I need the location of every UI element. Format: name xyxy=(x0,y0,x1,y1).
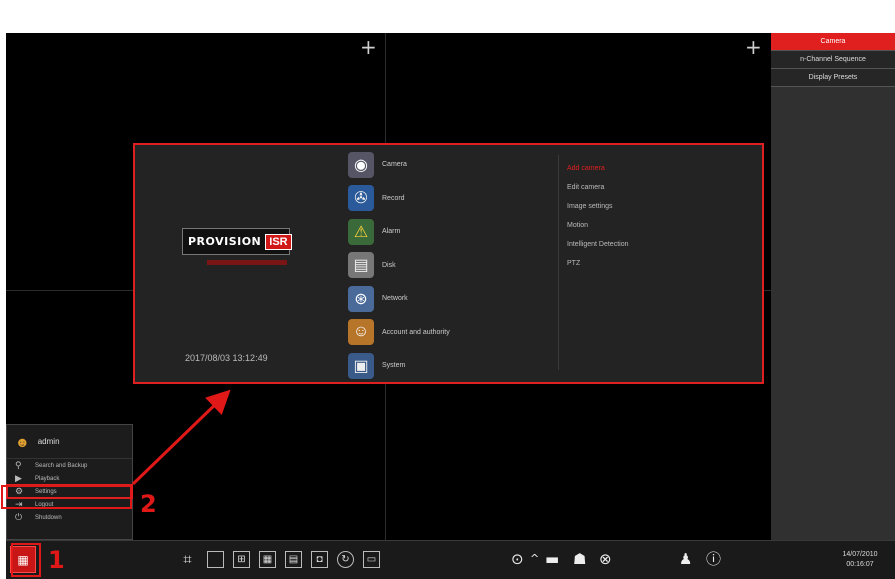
system-datetime: 2017/08/03 13:12:49 xyxy=(185,353,268,363)
camera-icon: ◉ xyxy=(348,151,374,178)
submenu-image-settings[interactable]: Image settings xyxy=(567,197,628,216)
sequence-icon[interactable]: ↻ xyxy=(337,551,354,568)
taskbar-clock: 14/07/2010 00:16:07 xyxy=(830,550,890,570)
clock-date: 14/07/2010 xyxy=(842,551,878,558)
step-2-label: 2 xyxy=(140,490,157,518)
menu-item-playback[interactable]: ▶ Playback xyxy=(7,472,132,485)
logout-icon: ⇥ xyxy=(15,499,23,509)
taskbar: ▦ ⌗ ⊞ ▦ ▤ ◘ ↻ ▭ ⊙ ^ ▬ ☗ ⊗ ♟ ⓘ 14/07/2010… xyxy=(6,540,895,579)
step-1-label: 1 xyxy=(48,546,65,574)
category-alarm[interactable]: ⚠ Alarm xyxy=(346,215,554,249)
menu-divider xyxy=(558,155,559,370)
search-backup-icon: ⚲ xyxy=(15,460,22,470)
camera-submenu: Add camera Edit camera Image settings Mo… xyxy=(567,159,628,273)
right-panel: Camera n-Channel Sequence Display Preset… xyxy=(771,33,895,540)
record-icon: ✇ xyxy=(348,185,374,212)
user-avatar-icon: ☻ xyxy=(15,433,30,450)
network-icon: ⊛ xyxy=(348,285,374,312)
provision-isr-logo: PROVISION ISR xyxy=(182,228,292,255)
system-icon: ▣ xyxy=(348,352,374,379)
category-network[interactable]: ⊛ Network xyxy=(346,282,554,316)
clock-time: 00:16:07 xyxy=(846,561,874,568)
main-settings-menu: PROVISION ISR 2017/08/03 13:12:49 ◉ Camer… xyxy=(133,143,764,384)
shutdown-icon: ⏻ xyxy=(15,512,23,522)
start-grid-icon: ▦ xyxy=(17,552,29,567)
panel-button-sequence[interactable]: n-Channel Sequence xyxy=(771,51,895,69)
layout-9-icon[interactable]: ▦ xyxy=(259,551,276,568)
category-list: ◉ Camera ✇ Record ⚠ Alarm ▤ Disk ⊛ Netwo… xyxy=(346,148,554,383)
start-menu-button[interactable]: ▦ xyxy=(10,546,36,573)
category-record[interactable]: ✇ Record xyxy=(346,182,554,216)
playback-play-icon[interactable]: ⊙ xyxy=(511,550,524,568)
logo-tagline-mark xyxy=(207,260,287,265)
manual-alarm-icon[interactable]: ⊗ xyxy=(599,550,612,568)
username: admin xyxy=(37,437,60,446)
alarm-icon: ⚠ xyxy=(348,218,374,245)
panel-button-camera[interactable]: Camera xyxy=(771,33,895,51)
category-account[interactable]: ☺ Account and authority xyxy=(346,316,554,350)
alarm-bell-icon[interactable]: ♟ xyxy=(679,550,692,568)
disk-icon: ▤ xyxy=(348,252,374,279)
playback-icon: ▶ xyxy=(15,473,22,483)
submenu-intelligent-detection[interactable]: Intelligent Detection xyxy=(567,235,628,254)
layout-custom-icon[interactable]: ▤ xyxy=(285,551,302,568)
account-icon: ☺ xyxy=(348,319,374,346)
menu-item-settings[interactable]: ⚙ Settings xyxy=(6,484,133,499)
submenu-motion[interactable]: Motion xyxy=(567,216,628,235)
record-camera-icon[interactable]: ▬ xyxy=(545,550,559,568)
user-icon[interactable]: ☗ xyxy=(573,550,586,568)
user-row: ☻ admin xyxy=(7,425,132,459)
start-menu: ☻ admin ⚲ Search and Backup ▶ Playback ⚙… xyxy=(6,424,133,540)
category-system[interactable]: ▣ System xyxy=(346,349,554,383)
chevron-up-icon[interactable]: ^ xyxy=(530,550,539,568)
submenu-add-camera[interactable]: Add camera xyxy=(567,159,628,178)
menu-item-search-backup[interactable]: ⚲ Search and Backup xyxy=(7,459,132,472)
submenu-edit-camera[interactable]: Edit camera xyxy=(567,178,628,197)
menu-item-shutdown[interactable]: ⏻ Shutdown xyxy=(7,511,132,524)
menu-item-logout[interactable]: ⇥ Logout xyxy=(7,498,132,511)
category-camera[interactable]: ◉ Camera xyxy=(346,148,554,182)
add-camera-plus-icon[interactable]: + xyxy=(360,37,377,57)
submenu-ptz[interactable]: PTZ xyxy=(567,254,628,273)
layout-pip-icon[interactable]: ◘ xyxy=(311,551,328,568)
preview-icon[interactable]: ▭ xyxy=(363,551,380,568)
add-camera-plus-icon[interactable]: + xyxy=(745,37,762,57)
info-icon[interactable]: ⓘ xyxy=(706,550,721,568)
settings-icon: ⚙ xyxy=(15,486,24,496)
layout-1-icon[interactable] xyxy=(207,551,224,568)
category-disk[interactable]: ▤ Disk xyxy=(346,249,554,283)
layout-4-icon[interactable]: ⊞ xyxy=(233,551,250,568)
panel-button-display-presets[interactable]: Display Presets xyxy=(771,69,895,87)
fullscreen-icon[interactable]: ⌗ xyxy=(179,551,196,568)
